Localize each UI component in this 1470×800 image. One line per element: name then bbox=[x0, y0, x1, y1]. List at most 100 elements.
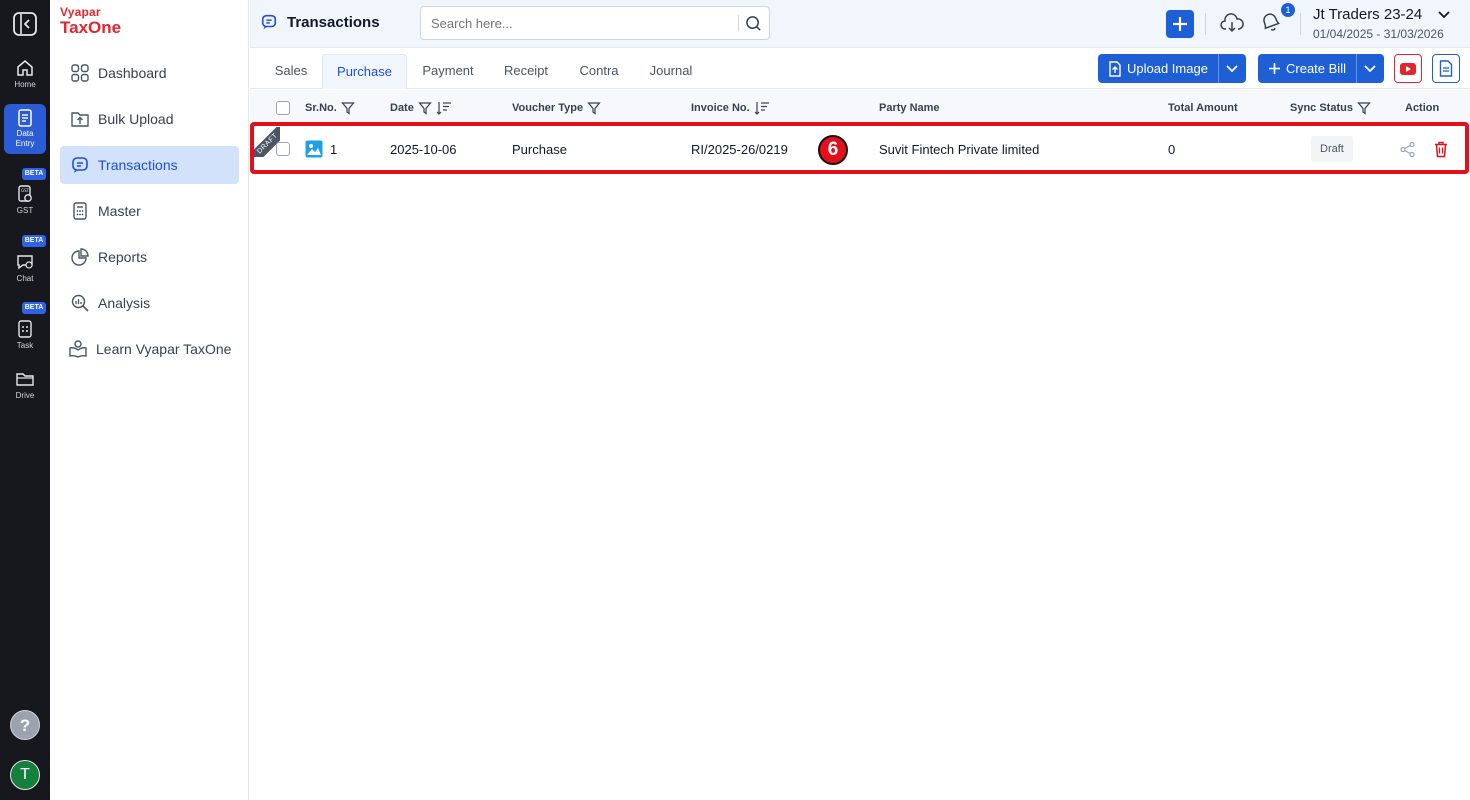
logo-line-2: TaxOne bbox=[60, 18, 122, 37]
plus-icon bbox=[1269, 63, 1280, 74]
tab-receipt[interactable]: Receipt bbox=[494, 54, 558, 89]
sort-icon[interactable] bbox=[436, 100, 452, 116]
rail-label: Data Entry bbox=[15, 129, 35, 148]
rail-item-chat[interactable]: Chat bbox=[4, 252, 46, 288]
document-guide-button[interactable] bbox=[1432, 54, 1460, 83]
analysis-search-icon bbox=[71, 294, 89, 312]
sidebar-item-dashboard[interactable]: Dashboard bbox=[60, 54, 239, 92]
search-input[interactable] bbox=[421, 7, 731, 39]
upload-image-label: Upload Image bbox=[1127, 61, 1208, 76]
column-total-amount: Total Amount bbox=[1168, 90, 1238, 126]
search-divider bbox=[738, 15, 739, 31]
data-entry-icon bbox=[18, 109, 32, 127]
upload-image-button[interactable]: Upload Image bbox=[1098, 54, 1218, 83]
youtube-tutorial-button[interactable] bbox=[1394, 54, 1422, 83]
tab-sales[interactable]: Sales bbox=[266, 54, 316, 89]
delete-icon[interactable] bbox=[1433, 127, 1449, 171]
rail-item-drive[interactable]: Drive bbox=[4, 369, 46, 405]
table-row[interactable]: DRAFT 1 2025-10-06 Purchase RI/2025-26/0… bbox=[250, 127, 1470, 171]
top-header: Transactions 1 Jt Traders 23-24 01/04/20… bbox=[250, 0, 1470, 48]
cell-total-amount: 0 bbox=[1168, 141, 1176, 157]
beta-badge: BETA bbox=[22, 235, 46, 247]
tab-contra[interactable]: Contra bbox=[570, 54, 628, 89]
tab-purchase[interactable]: Purchase bbox=[322, 54, 407, 89]
sidebar-item-transactions[interactable]: Transactions bbox=[60, 146, 239, 184]
upload-file-icon bbox=[1109, 60, 1121, 77]
company-name[interactable]: Jt Traders 23-24 bbox=[1313, 6, 1422, 23]
sidebar-item-reports[interactable]: Reports bbox=[60, 238, 239, 276]
upload-options-dropdown[interactable] bbox=[1217, 54, 1246, 83]
filter-icon[interactable] bbox=[1357, 101, 1371, 115]
help-button[interactable]: ? bbox=[10, 710, 40, 740]
column-action: Action bbox=[1405, 90, 1439, 126]
header-divider bbox=[1205, 13, 1206, 35]
beta-badge: BETA bbox=[22, 302, 46, 314]
select-all-checkbox[interactable] bbox=[276, 90, 290, 126]
logo-line-1: Vyapar bbox=[60, 5, 101, 19]
financial-period: 01/04/2025 - 31/03/2026 bbox=[1313, 27, 1444, 41]
sidebar-item-master[interactable]: Master bbox=[60, 192, 239, 230]
image-preview-icon[interactable] bbox=[305, 127, 323, 171]
column-label: Sync Status bbox=[1290, 102, 1353, 114]
calculator-icon bbox=[73, 202, 87, 220]
user-avatar[interactable]: T bbox=[10, 760, 40, 790]
collapse-sidebar-icon[interactable] bbox=[12, 11, 38, 37]
sidebar-item-bulk-upload[interactable]: Bulk Upload bbox=[60, 100, 239, 138]
search-icon[interactable] bbox=[745, 15, 762, 37]
rail-label: Home bbox=[14, 80, 36, 89]
sidebar-item-label: Transactions bbox=[98, 157, 178, 173]
filter-icon[interactable] bbox=[587, 101, 601, 115]
pie-chart-icon bbox=[71, 248, 89, 266]
tab-payment[interactable]: Payment bbox=[412, 54, 484, 89]
column-label: Action bbox=[1405, 102, 1440, 114]
rail-item-gst[interactable]: GST GST bbox=[4, 184, 46, 220]
learn-icon bbox=[69, 340, 87, 358]
add-new-button[interactable] bbox=[1166, 10, 1194, 38]
side-navigation: Vyapar TaxOne Dashboard Bulk Upload Tran… bbox=[50, 0, 249, 800]
rail-item-data-entry[interactable]: Data Entry bbox=[4, 104, 46, 154]
sidebar-item-label: Dashboard bbox=[98, 65, 167, 81]
create-bill-label: Create Bill bbox=[1286, 61, 1346, 76]
sidebar-item-analysis[interactable]: Analysis bbox=[60, 284, 239, 322]
gst-icon: GST bbox=[18, 185, 32, 202]
cell-date: 2025-10-06 bbox=[390, 141, 457, 157]
cell-voucher-type: Purchase bbox=[512, 141, 567, 157]
rail-item-home[interactable]: Home bbox=[4, 58, 46, 94]
sidebar-item-label: Bulk Upload bbox=[98, 111, 174, 127]
chevron-down-icon[interactable] bbox=[1436, 8, 1452, 27]
page-title: Transactions bbox=[260, 13, 380, 31]
create-options-dropdown[interactable] bbox=[1355, 54, 1384, 83]
column-party-name: Party Name bbox=[879, 90, 940, 126]
rail-item-task[interactable]: Task bbox=[4, 319, 46, 355]
notification-bell-icon[interactable] bbox=[1259, 12, 1283, 39]
sort-icon[interactable] bbox=[754, 100, 770, 116]
notification-count-badge: 1 bbox=[1281, 3, 1295, 17]
sidebar-item-learn[interactable]: Learn Vyapar TaxOne bbox=[60, 330, 239, 368]
task-icon bbox=[18, 320, 32, 338]
cell-party-name: Suvit Fintech Private limited bbox=[879, 141, 1040, 157]
column-label: Sr.No. bbox=[305, 102, 337, 114]
folder-icon bbox=[16, 373, 34, 386]
rail-label: Drive bbox=[15, 391, 35, 400]
vyapar-taxone-logo[interactable]: Vyapar TaxOne bbox=[60, 6, 121, 36]
beta-badge: BETA bbox=[22, 168, 46, 180]
step-number-badge: 6 bbox=[818, 135, 848, 165]
share-icon[interactable] bbox=[1399, 127, 1416, 171]
column-label: Total Amount bbox=[1168, 102, 1238, 114]
create-bill-button-group: Create Bill bbox=[1258, 54, 1384, 83]
upload-image-button-group: Upload Image bbox=[1098, 54, 1246, 83]
chevron-down-icon bbox=[1226, 64, 1239, 72]
row-checkbox[interactable] bbox=[276, 127, 290, 171]
cloud-download-icon[interactable] bbox=[1220, 12, 1244, 39]
filter-icon[interactable] bbox=[418, 101, 432, 115]
home-icon bbox=[17, 60, 33, 76]
tab-journal[interactable]: Journal bbox=[640, 54, 702, 89]
chevron-down-icon bbox=[1364, 64, 1377, 72]
filter-icon[interactable] bbox=[341, 101, 355, 115]
cell-invoice-no: RI/2025-26/0219 bbox=[691, 141, 788, 157]
icon-rail: Home Data Entry BETA GST GST BETA Chat B… bbox=[0, 0, 50, 800]
upload-folder-icon bbox=[71, 112, 89, 127]
create-bill-button[interactable]: Create Bill bbox=[1258, 54, 1356, 83]
sidebar-item-label: Analysis bbox=[98, 295, 151, 311]
column-sr-no: Sr.No. bbox=[305, 90, 355, 126]
